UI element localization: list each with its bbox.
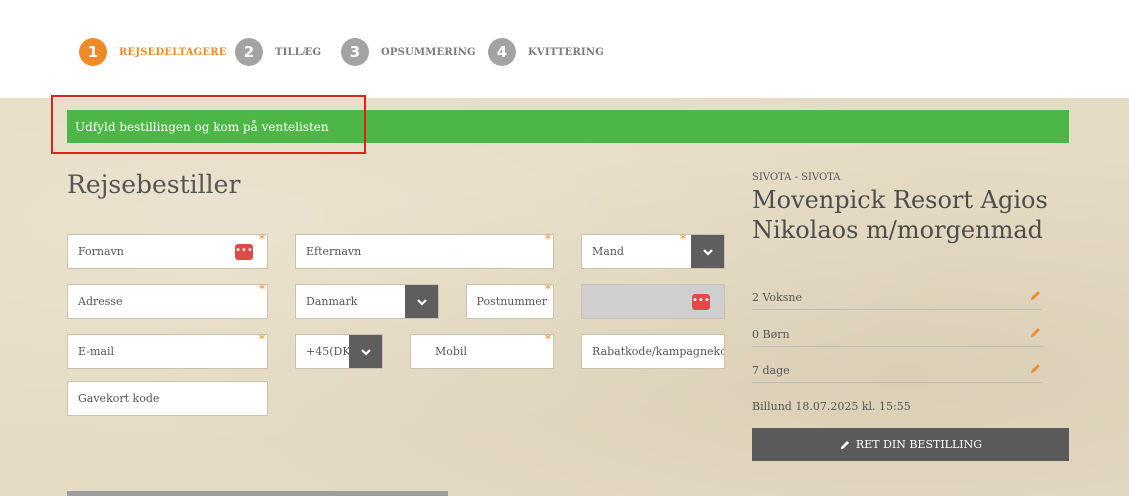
address-placeholder: Adresse — [78, 295, 123, 308]
gift-card-field[interactable]: Gavekort kode — [67, 381, 268, 416]
first-name-field[interactable]: Fornavn * ••• — [67, 232, 268, 269]
phone-prefix-value: +45(DK) — [306, 345, 355, 358]
pencil-icon — [840, 440, 849, 449]
hotel-title: Movenpick Resort Agios Nikolaos m/morgen… — [752, 186, 1048, 244]
pencil-icon[interactable] — [1029, 362, 1042, 375]
first-name-placeholder: Fornavn — [78, 245, 124, 258]
required-mark: * — [545, 332, 551, 346]
step-3[interactable]: 3 OPSUMMERING — [341, 38, 476, 66]
gender-value: Mand — [592, 245, 624, 258]
step-1-number: 1 — [79, 38, 107, 66]
country-select[interactable]: Danmark — [295, 284, 439, 319]
password-manager-icon[interactable]: ••• — [235, 244, 253, 260]
discount-code-field[interactable]: Rabatkode/kampagnekode — [581, 334, 725, 369]
postal-code-field[interactable]: Postnummer * — [466, 282, 554, 319]
edit-booking-label: RET DIN BESTILLING — [855, 438, 983, 451]
phone-prefix-select[interactable]: +45(DK) — [295, 334, 383, 369]
city-field: ••• — [581, 284, 725, 319]
required-mark: * — [680, 232, 686, 246]
destination-label: SIVOTA - SIVOTA — [752, 172, 841, 183]
step-3-number: 3 — [341, 38, 369, 66]
adults-label: 2 Voksne — [752, 290, 802, 304]
required-mark: * — [545, 282, 551, 296]
page-title: Rejsebestiller — [67, 170, 241, 199]
step-4-number: 4 — [488, 38, 516, 66]
mobile-field[interactable]: Mobil * — [410, 332, 554, 369]
required-mark: * — [259, 332, 265, 346]
step-2-label: TILLÆG — [275, 46, 322, 58]
highlight-box — [51, 95, 366, 154]
step-3-label: OPSUMMERING — [381, 46, 476, 58]
step-4-label: KVITTERING — [528, 46, 604, 58]
required-mark: * — [545, 232, 551, 246]
required-mark: * — [259, 232, 265, 246]
duration-row: 7 dage — [752, 358, 1042, 383]
email-field[interactable]: E-mail * — [67, 332, 268, 369]
pencil-icon[interactable] — [1029, 289, 1042, 302]
chevron-down-icon[interactable] — [405, 285, 438, 318]
pencil-icon[interactable] — [1029, 326, 1042, 339]
required-mark: * — [259, 282, 265, 296]
password-manager-icon[interactable]: ••• — [692, 294, 710, 310]
departure-info: Billund 18.07.2025 kl. 15:55 — [752, 400, 911, 413]
gift-card-placeholder: Gavekort kode — [78, 392, 160, 405]
email-placeholder: E-mail — [78, 345, 114, 358]
edit-booking-button[interactable]: RET DIN BESTILLING — [752, 428, 1069, 461]
last-name-placeholder: Efternavn — [306, 245, 362, 258]
chevron-down-icon[interactable] — [691, 235, 724, 268]
step-4[interactable]: 4 KVITTERING — [488, 38, 604, 66]
gender-select[interactable]: Mand * — [581, 232, 725, 269]
postal-code-placeholder: Postnummer — [476, 295, 547, 308]
next-button-partial[interactable] — [67, 491, 448, 496]
discount-code-placeholder: Rabatkode/kampagnekode — [592, 345, 724, 358]
step-1-label: REJSEDELTAGERE — [119, 46, 227, 58]
chevron-down-icon[interactable] — [349, 335, 382, 368]
step-2[interactable]: 2 TILLÆG — [235, 38, 321, 66]
step-2-number: 2 — [235, 38, 263, 66]
step-1[interactable]: 1 REJSEDELTAGERE — [79, 38, 227, 66]
adults-row: 2 Voksne — [752, 285, 1042, 310]
country-value: Danmark — [306, 295, 358, 308]
children-label: 0 Børn — [752, 327, 790, 341]
last-name-field[interactable]: Efternavn * — [295, 232, 554, 269]
duration-label: 7 dage — [752, 363, 790, 377]
mobile-placeholder: Mobil — [435, 345, 467, 358]
address-field[interactable]: Adresse * — [67, 282, 268, 319]
children-row: 0 Børn — [752, 322, 1042, 347]
progress-stepper: 1 REJSEDELTAGERE 2 TILLÆG 3 OPSUMMERING … — [0, 0, 1129, 98]
